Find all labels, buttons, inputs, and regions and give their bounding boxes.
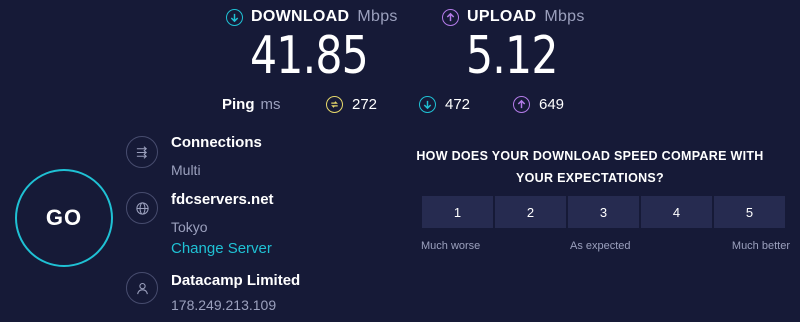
- rating-option-2[interactable]: 2: [494, 195, 567, 229]
- ping-idle-icon: [326, 96, 343, 113]
- server-location: Tokyo: [171, 219, 208, 235]
- arrow-up-circle-icon: [442, 8, 459, 26]
- rating-option-3[interactable]: 3: [567, 195, 640, 229]
- download-label: DOWNLOAD: [251, 8, 350, 25]
- connections-value: Multi: [171, 162, 201, 178]
- rating-option-5[interactable]: 5: [713, 195, 786, 229]
- ping-idle-value: 272: [352, 96, 378, 113]
- survey-question-line2: YOUR EXPECTATIONS?: [515, 171, 664, 185]
- go-button-label: GO: [45, 205, 83, 230]
- ping-download-icon: [419, 96, 436, 113]
- ping-upload-value: 649: [539, 96, 565, 113]
- upload-speed-value: 5.12: [466, 26, 558, 86]
- upload-unit: Mbps: [544, 8, 585, 25]
- arrow-down-circle-icon: [226, 8, 243, 26]
- download-header: DOWNLOAD Mbps: [226, 8, 398, 26]
- provider-name: Datacamp Limited: [171, 272, 301, 289]
- ping-label-group: Ping ms: [222, 96, 281, 114]
- ping-upload-icon: [513, 96, 530, 113]
- user-icon: [126, 272, 158, 304]
- survey-question-line1: HOW DOES YOUR DOWNLOAD SPEED COMPARE WIT…: [416, 149, 764, 163]
- ping-download-value: 472: [445, 96, 471, 113]
- globe-icon: [126, 192, 158, 224]
- rating-option-4[interactable]: 4: [640, 195, 713, 229]
- provider-ip: 178.249.213.109: [171, 297, 277, 313]
- rating-scale: 1 2 3 4 5: [421, 195, 786, 229]
- rating-caption-high: Much better: [731, 240, 790, 252]
- upload-header: UPLOAD Mbps: [442, 8, 585, 26]
- go-button[interactable]: GO: [15, 169, 113, 267]
- ping-download: 472: [419, 96, 470, 113]
- server-name: fdcservers.net: [171, 191, 274, 208]
- ping-unit: ms: [260, 96, 281, 113]
- rating-caption-mid: As expected: [570, 240, 631, 252]
- connections-title: Connections: [171, 134, 262, 151]
- ping-upload: 649: [513, 96, 564, 113]
- download-unit: Mbps: [357, 8, 398, 25]
- download-speed-value: 41.85: [250, 26, 369, 86]
- ping-label: Ping: [222, 96, 255, 113]
- rating-option-1[interactable]: 1: [421, 195, 494, 229]
- connections-icon: [126, 136, 158, 168]
- rating-caption-low: Much worse: [421, 240, 481, 252]
- ping-idle: 272: [326, 96, 377, 113]
- survey-question: HOW DOES YOUR DOWNLOAD SPEED COMPARE WIT…: [400, 145, 780, 189]
- change-server-link[interactable]: Change Server: [171, 240, 272, 257]
- upload-label: UPLOAD: [467, 8, 537, 25]
